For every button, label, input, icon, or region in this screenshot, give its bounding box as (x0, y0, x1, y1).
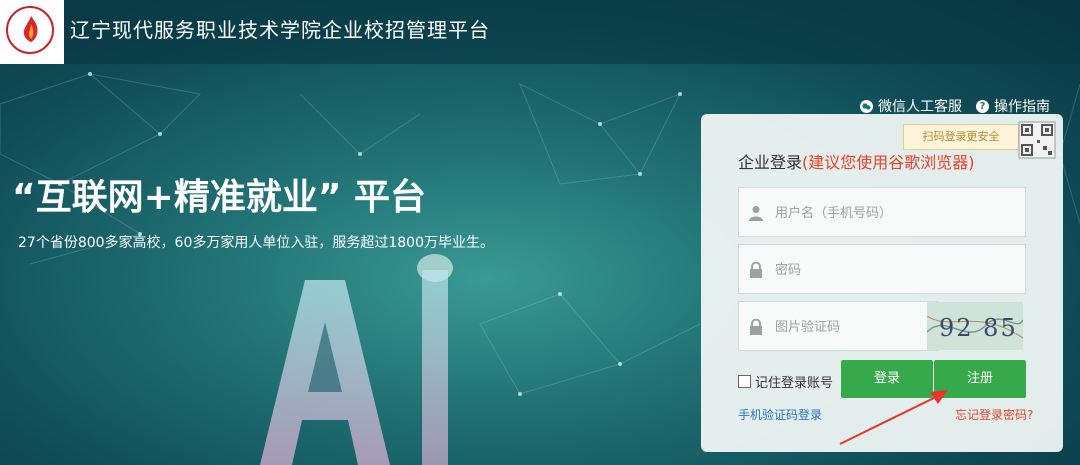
user-icon (749, 206, 763, 221)
password-input[interactable] (773, 245, 957, 295)
wechat-icon (860, 99, 873, 113)
remember-label: 记住登录账号 (755, 376, 834, 391)
captcha-field[interactable] (738, 301, 957, 352)
qr-login-tip: 扫码登录更安全 (903, 124, 1025, 150)
guide-link[interactable]: ? 操作指南 (976, 96, 1050, 116)
guide-label: 操作指南 (994, 99, 1050, 115)
school-logo[interactable] (0, 0, 64, 64)
captcha-image[interactable]: 92 85 (927, 302, 1023, 350)
remember-account[interactable]: 记住登录账号 (738, 372, 833, 391)
forgot-password-link[interactable]: 忘记登录密码? (955, 406, 1033, 423)
hero-slogan: “互联网+精准就业” 平台 (12, 177, 427, 218)
lock-icon (750, 262, 762, 278)
username-input[interactable] (773, 188, 957, 238)
sms-login-link[interactable]: 手机验证码登录 (738, 406, 822, 423)
red-arrow-annotation (839, 390, 948, 445)
login-title: 企业登录(建议您使用谷歌浏览器) (738, 149, 975, 173)
wechat-service-label: 微信人工客服 (878, 99, 962, 115)
captcha-text: 92 85 (939, 314, 1018, 342)
wechat-service-link[interactable]: 微信人工客服 (860, 96, 962, 116)
lock-icon (750, 319, 762, 335)
username-field[interactable] (738, 187, 1026, 238)
site-title: 辽宁现代服务职业技术学院企业校招管理平台 (70, 18, 490, 42)
hero-subtitle: 27个省份800多家高校，60多万家用人单位入驻，服务超过1800万毕业生。 (18, 235, 494, 251)
top-header-bar: 辽宁现代服务职业技术学院企业校招管理平台 (0, 0, 1080, 64)
ai-lighthouse-graphic (260, 254, 453, 465)
top-links: 微信人工客服 ? 操作指南 (860, 96, 1050, 116)
flame-icon (23, 16, 38, 42)
login-title-text: 企业登录 (738, 153, 803, 172)
qr-code-icon[interactable] (1017, 120, 1057, 160)
remember-checkbox[interactable] (738, 375, 751, 388)
browser-hint: (建议您使用谷歌浏览器) (802, 153, 975, 172)
help-icon: ? (976, 99, 989, 113)
password-field[interactable] (738, 244, 1026, 295)
